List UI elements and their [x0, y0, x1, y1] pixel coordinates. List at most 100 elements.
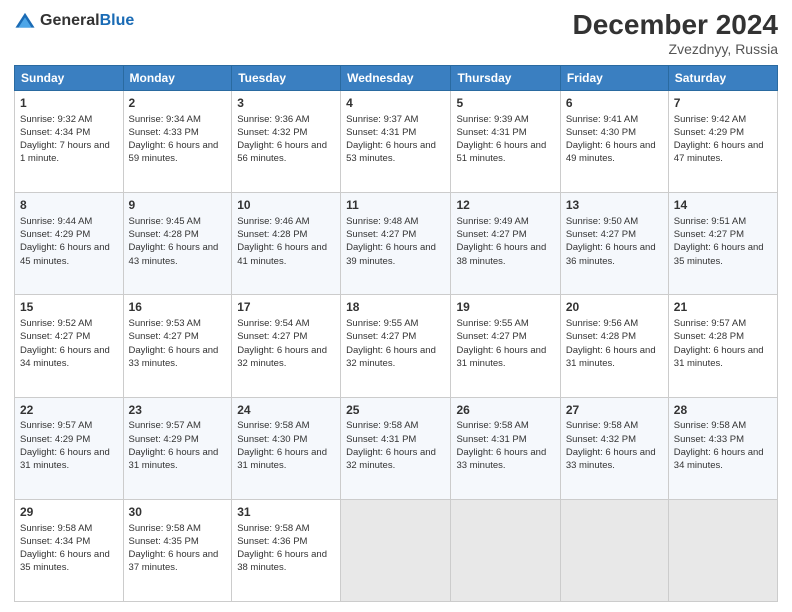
day-number: 19 [456, 299, 554, 316]
sunrise-label: Sunrise: 9:56 AM [566, 318, 638, 329]
daylight-label: Daylight: 6 hours and 39 minutes. [346, 242, 436, 266]
calendar-table: Sunday Monday Tuesday Wednesday Thursday… [14, 65, 778, 602]
daylight-label: Daylight: 6 hours and 32 minutes. [346, 447, 436, 471]
page: GeneralBlue December 2024 Zvezdnyy, Russ… [0, 0, 792, 612]
daylight-label: Daylight: 6 hours and 34 minutes. [20, 345, 110, 369]
calendar-cell: 21Sunrise: 9:57 AMSunset: 4:28 PMDayligh… [668, 295, 777, 397]
sunset-label: Sunset: 4:27 PM [346, 229, 416, 240]
daylight-label: Daylight: 6 hours and 33 minutes. [566, 447, 656, 471]
calendar-cell: 22Sunrise: 9:57 AMSunset: 4:29 PMDayligh… [15, 397, 124, 499]
calendar-cell: 18 Sunrise: 9:55 AM Sunset: 4:27 PM Dayligh… [341, 295, 451, 397]
sunrise-label: Sunrise: 9:58 AM [674, 420, 746, 431]
sunrise-label: Sunrise: 9:36 AM [237, 114, 309, 125]
logo-general: General [40, 12, 100, 29]
daylight-label: Daylight: 6 hours and 31 minutes. [129, 447, 219, 471]
calendar-cell: 3Sunrise: 9:36 AMSunset: 4:32 PMDaylight… [232, 90, 341, 192]
day-number: 22 [20, 402, 118, 419]
col-tuesday: Tuesday [232, 65, 341, 90]
calendar-cell: 17Sunrise: 9:54 AMSunset: 4:27 PMDayligh… [232, 295, 341, 397]
sunset-label: Sunset: 4:33 PM [674, 434, 744, 445]
sunset-label: Sunset: 4:29 PM [20, 229, 90, 240]
calendar-week-4: 22Sunrise: 9:57 AMSunset: 4:29 PMDayligh… [15, 397, 778, 499]
calendar-cell: 2 Sunrise: 9:34 AM Sunset: 4:33 PM Daylight… [123, 90, 232, 192]
sunrise-label: Sunrise: 9:50 AM [566, 216, 638, 227]
sunrise-label: Sunrise: 9:39 AM [456, 114, 528, 125]
calendar-cell: 12Sunrise: 9:49 AMSunset: 4:27 PMDayligh… [451, 193, 560, 295]
daylight-label: Daylight: 6 hours and 36 minutes. [566, 242, 656, 266]
sunset-label: Sunset: 4:28 PM [566, 331, 636, 342]
calendar-cell: 24Sunrise: 9:58 AMSunset: 4:30 PMDayligh… [232, 397, 341, 499]
sunrise-label: Sunrise: 9:37 AM [346, 114, 418, 125]
sunrise-label: Sunrise: 9:54 AM [237, 318, 309, 329]
calendar-cell: 8Sunrise: 9:44 AMSunset: 4:29 PMDaylight… [15, 193, 124, 295]
day-number: 20 [566, 299, 663, 316]
day-number: 24 [237, 402, 335, 419]
day-number: 18 [346, 299, 445, 316]
sunrise-label: Sunrise: 9:48 AM [346, 216, 418, 227]
sunrise-label: Sunrise: 9:53 AM [129, 318, 201, 329]
day-number: 23 [129, 402, 227, 419]
daylight-label: Daylight: 6 hours and 31 minutes. [20, 447, 110, 471]
calendar-cell: 19Sunrise: 9:55 AMSunset: 4:27 PMDayligh… [451, 295, 560, 397]
day-number: 27 [566, 402, 663, 419]
sunrise-label: Sunrise: 9:55 AM [456, 318, 528, 329]
sunset-label: Sunset: 4:30 PM [566, 127, 636, 138]
calendar-cell: 26Sunrise: 9:58 AMSunset: 4:31 PMDayligh… [451, 397, 560, 499]
day-number: 4 [346, 95, 445, 112]
col-monday: Monday [123, 65, 232, 90]
calendar-cell: 11 Sunrise: 9:48 AM Sunset: 4:27 PM Dayligh… [341, 193, 451, 295]
day-number: 25 [346, 402, 445, 419]
sunset-label: Sunset: 4:27 PM [674, 229, 744, 240]
logo: GeneralBlue [14, 10, 134, 32]
sunset-label: Sunset: 4:27 PM [566, 229, 636, 240]
sunset-label: Sunset: 4:33 PM [129, 127, 199, 138]
day-number: 2 [129, 95, 227, 112]
sunrise-label: Sunrise: 9:41 AM [566, 114, 638, 125]
daylight-label: Daylight: 6 hours and 43 minutes. [129, 242, 219, 266]
day-number: 10 [237, 197, 335, 214]
calendar-cell: 23Sunrise: 9:57 AMSunset: 4:29 PMDayligh… [123, 397, 232, 499]
daylight-label: Daylight: 6 hours and 56 minutes. [237, 140, 327, 164]
location-title: Zvezdnyy, Russia [573, 41, 778, 57]
daylight-label: Daylight: 6 hours and 31 minutes. [566, 345, 656, 369]
calendar-cell: 5Sunrise: 9:39 AMSunset: 4:31 PMDaylight… [451, 90, 560, 192]
day-number: 1 [20, 95, 118, 112]
daylight-label: Daylight: 6 hours and 51 minutes. [456, 140, 546, 164]
day-number: 28 [674, 402, 772, 419]
day-number: 12 [456, 197, 554, 214]
day-number: 6 [566, 95, 663, 112]
sunset-label: Sunset: 4:31 PM [456, 434, 526, 445]
daylight-label: Daylight: 6 hours and 32 minutes. [237, 345, 327, 369]
sunrise-label: Sunrise: 9:32 AM [20, 114, 92, 125]
daylight-label: Daylight: 6 hours and 38 minutes. [456, 242, 546, 266]
calendar-cell: 14Sunrise: 9:51 AMSunset: 4:27 PMDayligh… [668, 193, 777, 295]
sunrise-label: Sunrise: 9:55 AM [346, 318, 418, 329]
sunset-label: Sunset: 4:31 PM [346, 127, 416, 138]
calendar-cell: 1Sunrise: 9:32 AMSunset: 4:34 PMDaylight… [15, 90, 124, 192]
sunset-label: Sunset: 4:31 PM [456, 127, 526, 138]
calendar-cell [451, 499, 560, 601]
sunset-label: Sunset: 4:32 PM [237, 127, 307, 138]
sunset-label: Sunset: 4:27 PM [20, 331, 90, 342]
daylight-label: Daylight: 6 hours and 59 minutes. [129, 140, 219, 164]
calendar-cell: 25Sunrise: 9:58 AMSunset: 4:31 PMDayligh… [341, 397, 451, 499]
title-block: December 2024 Zvezdnyy, Russia [573, 10, 778, 57]
calendar-cell [668, 499, 777, 601]
col-saturday: Saturday [668, 65, 777, 90]
col-sunday: Sunday [15, 65, 124, 90]
sunset-label: Sunset: 4:31 PM [346, 434, 416, 445]
sunset-label: Sunset: 4:32 PM [566, 434, 636, 445]
daylight-label: Daylight: 6 hours and 32 minutes. [346, 345, 436, 369]
sunrise-label: Sunrise: 9:34 AM [129, 114, 201, 125]
daylight-label: Daylight: 6 hours and 34 minutes. [674, 447, 764, 471]
calendar-cell: 13Sunrise: 9:50 AMSunset: 4:27 PMDayligh… [560, 193, 668, 295]
sunset-label: Sunset: 4:29 PM [20, 434, 90, 445]
logo-blue: Blue [100, 12, 135, 29]
day-number: 16 [129, 299, 227, 316]
day-number: 11 [346, 197, 445, 214]
daylight-label: Daylight: 6 hours and 45 minutes. [20, 242, 110, 266]
sunset-label: Sunset: 4:27 PM [346, 331, 416, 342]
sunset-label: Sunset: 4:29 PM [129, 434, 199, 445]
calendar-cell: 20 Sunrise: 9:56 AM Sunset: 4:28 PM Dayligh… [560, 295, 668, 397]
sunset-label: Sunset: 4:36 PM [237, 536, 307, 547]
